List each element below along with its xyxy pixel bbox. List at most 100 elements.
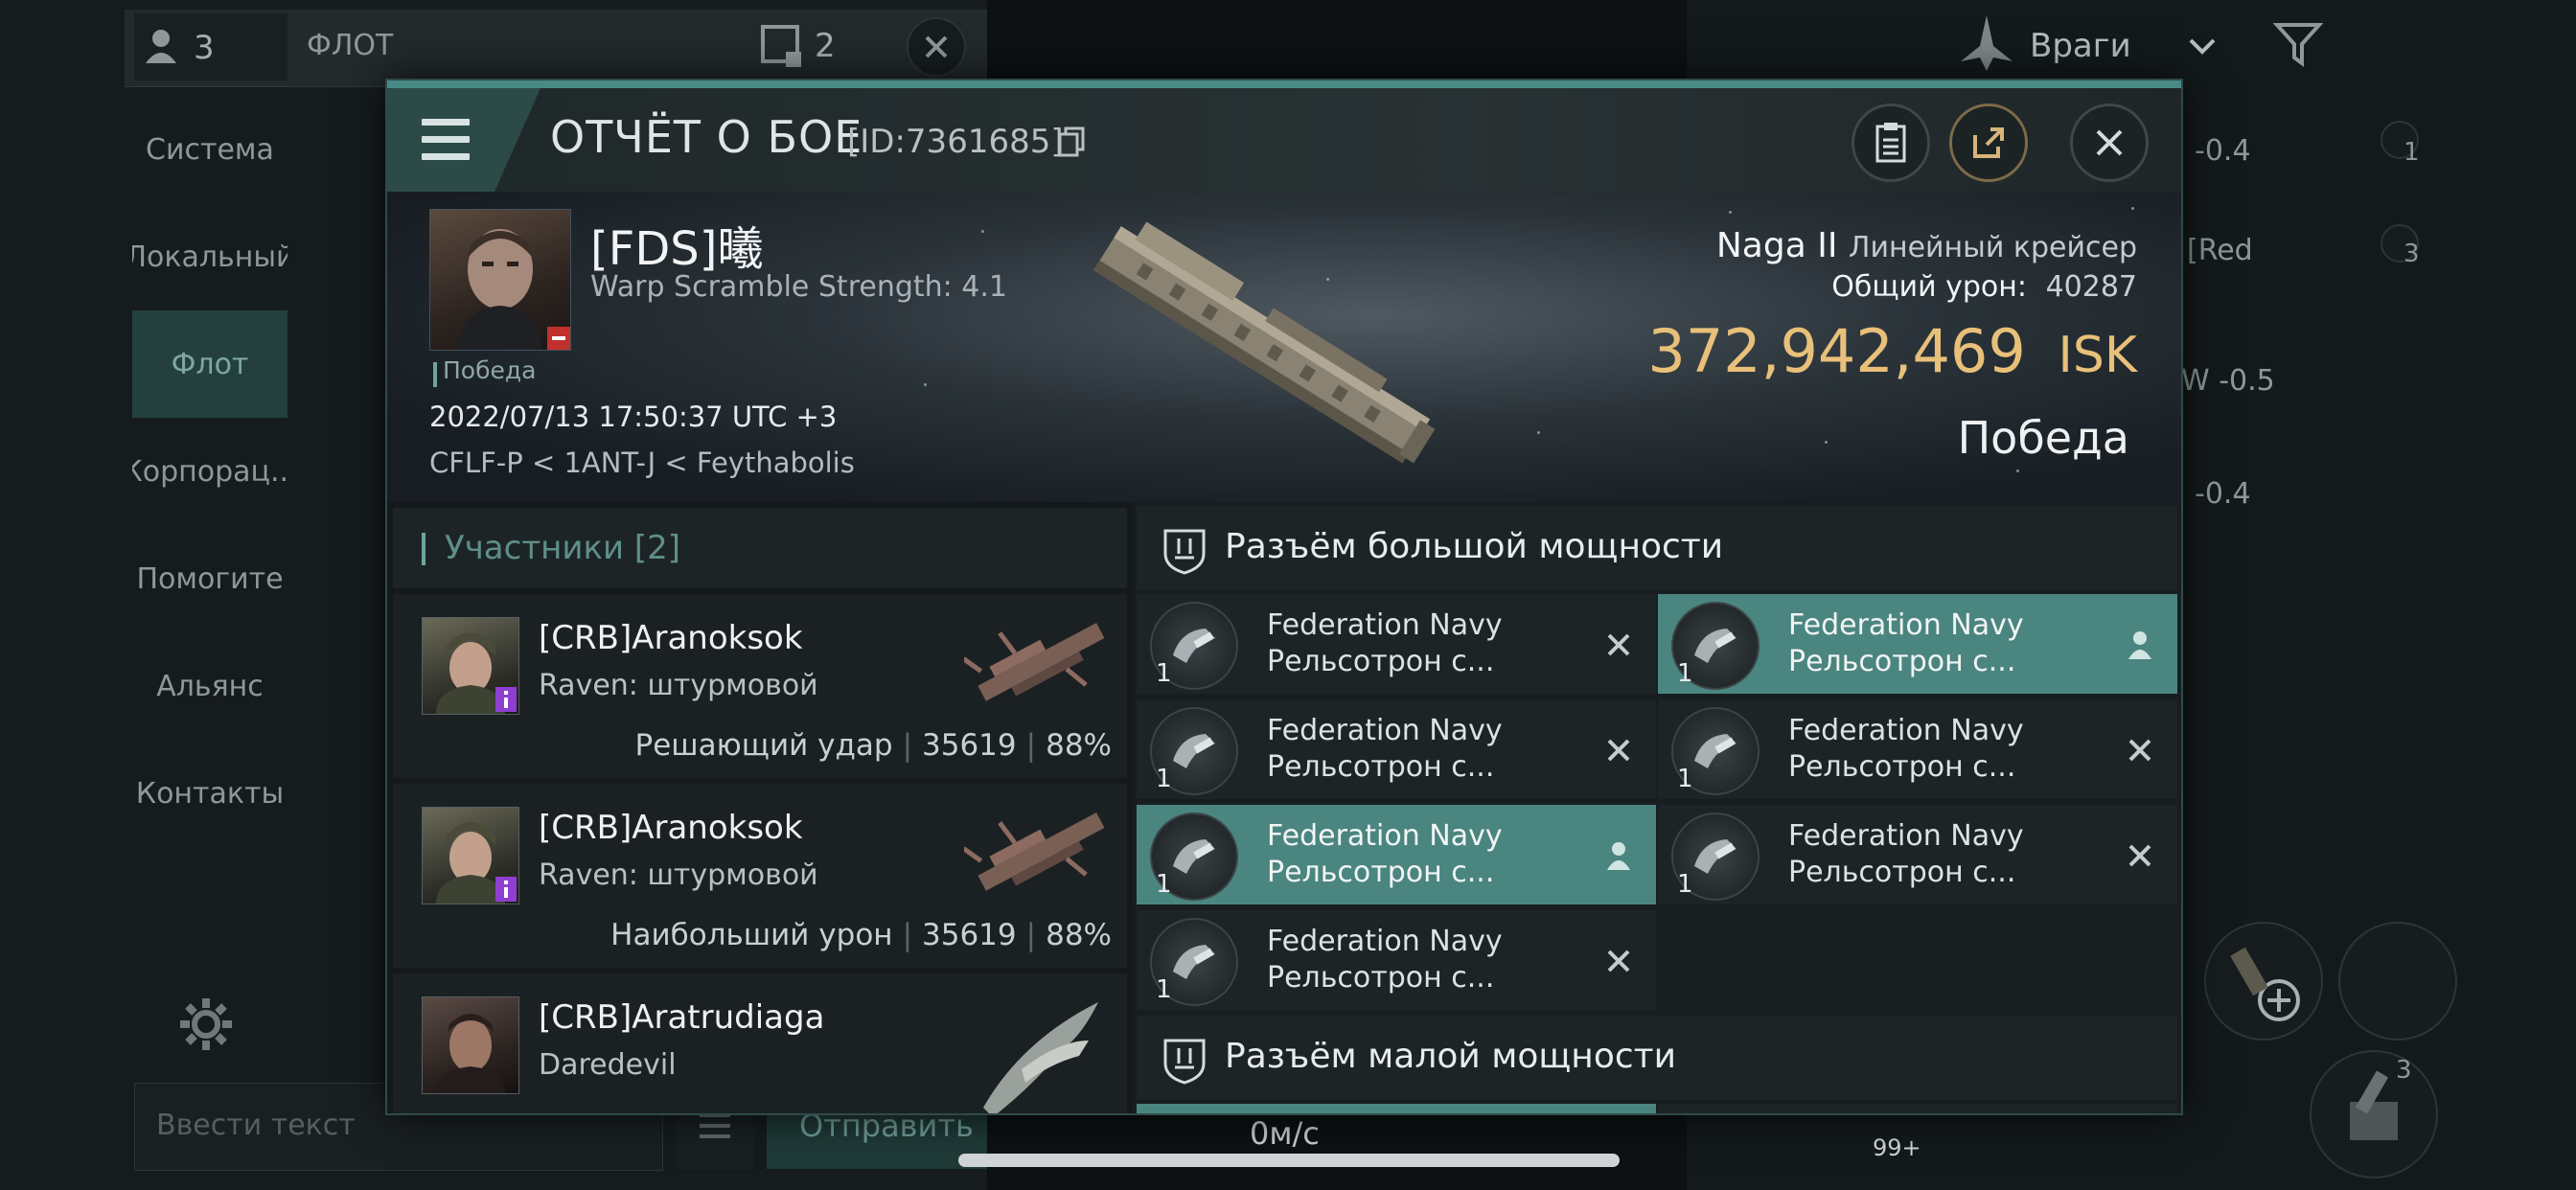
channel-local[interactable]: Локальный [132, 203, 288, 310]
high-slot-icon [1163, 529, 1206, 575]
speed-readout: 0м/с [1250, 1115, 1320, 1152]
high-slots-header: Разъём большой мощности [1137, 506, 2177, 590]
module-tile[interactable]: 1 Federation Navy Рельсотрон с... [1658, 594, 2177, 694]
participant-stats: Наибольший урон | 35619 | 88% [610, 918, 1112, 952]
close-button[interactable] [2070, 103, 2149, 182]
isk-value: 372,942,469 [1647, 316, 2026, 386]
victim-name: [FDS]曦 [590, 222, 764, 276]
kill-datetime: 2022/07/13 17:50:37 UTC +3 [429, 400, 838, 433]
module-tile[interactable]: 1 Federation Navy Рельсотрон с... [1658, 699, 2177, 799]
clipboard-button[interactable] [1852, 103, 1930, 182]
turret-icon [2350, 1070, 2398, 1140]
participant-name: [CRB]Aranoksok [539, 809, 803, 847]
module-name: Federation Navy Рельсотрон с... [1788, 608, 2024, 678]
report-header: ОТЧЁТ О БОЕ [ID:7361685] [387, 88, 2181, 192]
avatar [422, 996, 519, 1094]
participant-percent: 88% [1046, 728, 1112, 763]
home-indicator[interactable] [958, 1154, 1620, 1167]
channel-fleet[interactable]: Флот [132, 310, 288, 418]
report-title: ОТЧЁТ О БОЕ [550, 111, 863, 163]
module-tile[interactable]: 1 Federation Navy Рельсотрон с... [1137, 910, 1656, 1010]
window-icon[interactable] [759, 23, 807, 71]
chat-close-button[interactable] [907, 17, 966, 77]
person-icon [146, 30, 176, 63]
drone-count-2: 3 [2404, 240, 2420, 268]
ship-name[interactable]: Naga II [1716, 226, 1838, 265]
ship-icon [1961, 15, 2012, 71]
module-name: Federation Navy Рельсотрон с... [1267, 714, 1503, 784]
channel-corporation[interactable]: Корпорац... [132, 418, 288, 525]
module-tile[interactable]: 1 Federation Navy Рельсотрон с... [1658, 805, 2177, 904]
avatar [422, 617, 519, 715]
low-slots-header: Разъём малой мощности [1137, 1016, 2177, 1100]
participants-panel: Участники [2] [CRB]Aranoksok Raven: штур… [387, 502, 1133, 1113]
overview-filter-label[interactable]: Враги [2030, 27, 2131, 65]
participant-ship: Raven: штурмовой [539, 858, 818, 892]
ship-type-line: Naga II Линейный крейсер [1716, 226, 2137, 265]
channel-system[interactable]: Система [132, 96, 288, 203]
channel-help[interactable]: Помогите [132, 525, 288, 632]
participant-percent: 88% [1046, 918, 1112, 952]
module-quantity: 1 [1156, 870, 1172, 899]
kill-location: CFLF-P < 1ANT-J < Feythabolis [429, 446, 855, 479]
module-name: Federation Navy Рельсотрон с... [1267, 819, 1503, 889]
module-slot-1[interactable] [2204, 922, 2323, 1041]
participant-ship: Daredevil [539, 1048, 677, 1082]
copy-icon[interactable] [1058, 126, 1085, 157]
window-count: 2 [815, 27, 836, 65]
victim-result: Победа [443, 356, 537, 384]
module-tile-partial[interactable] [1658, 1104, 2177, 1113]
gear-icon[interactable] [176, 995, 236, 1054]
total-damage-value: 40287 [2045, 270, 2137, 304]
overview-value-1: -0.4 [2195, 134, 2251, 168]
share-icon [1973, 127, 2004, 158]
victim-banner: [FDS]曦 Warp Scramble Strength: 4.1 Побед… [387, 192, 2181, 502]
channel-contacts[interactable]: Контакты [132, 740, 288, 847]
ship-thumbnail [983, 1002, 1098, 1113]
x-icon [1602, 945, 1635, 977]
avatar [422, 807, 519, 904]
share-button[interactable] [1949, 103, 2028, 182]
ship-render [1093, 221, 1436, 464]
participant-name: [CRB]Aratrudiaga [539, 998, 825, 1037]
menu-button[interactable] [387, 88, 540, 192]
info-badge [495, 877, 517, 902]
chevron-down-icon[interactable] [2185, 33, 2220, 59]
participant-stats: Решающий удар | 35619 | 88% [634, 728, 1112, 763]
module-tile-partial[interactable] [1137, 1104, 1656, 1113]
filter-icon[interactable] [2273, 19, 2323, 69]
drone-count-1: 1 [2404, 138, 2420, 167]
participant-row[interactable]: [CRB]Aranoksok Raven: штурмовой Наибольш… [393, 784, 1127, 968]
module-name: Federation Navy Рельсотрон с... [1788, 819, 2024, 889]
overview-value-4: -0.4 [2195, 477, 2251, 511]
module-quantity: 1 [1156, 765, 1172, 793]
participant-damage: 35619 [922, 728, 1017, 763]
channel-alliance[interactable]: Альянс [132, 632, 288, 740]
info-icon [504, 691, 508, 708]
report-id: [ID:7361685] [847, 123, 1064, 161]
participant-row[interactable]: [CRB]Aranoksok Raven: штурмовой Решающий… [393, 594, 1127, 778]
module-tile[interactable]: 1 Federation Navy Рельсотрон с... [1137, 805, 1656, 904]
x-icon [1602, 734, 1635, 767]
module-name: Federation Navy Рельсотрон с... [1267, 925, 1503, 995]
participant-row[interactable]: [CRB]Aratrudiaga Daredevil [393, 973, 1127, 1113]
channel-list: Система Локальный Флот Корпорац... Помог… [132, 96, 288, 847]
module-name: Federation Navy Рельсотрон с... [1788, 714, 2024, 784]
module-tile[interactable]: 1 Federation Navy Рельсотрон с... [1137, 594, 1656, 694]
participant-name: [CRB]Aranoksok [539, 619, 803, 657]
fleet-count-box[interactable]: 3 [134, 13, 288, 80]
overview-value-2: [Red [2187, 234, 2253, 267]
participants-title: Участники [2] [445, 529, 681, 567]
victim-portrait[interactable] [429, 209, 571, 351]
ship-thumbnail [964, 623, 1105, 701]
chat-tab-label[interactable]: ФЛОТ [307, 29, 393, 62]
add-module-icon [2230, 947, 2300, 1021]
fleet-count: 3 [194, 29, 215, 67]
participant-ship: Raven: штурмовой [539, 669, 818, 702]
outcome-label: Победа [1957, 412, 2129, 464]
module-slot-3[interactable] [2310, 1050, 2438, 1179]
module-tile[interactable]: 1 Federation Navy Рельсотрон с... [1137, 699, 1656, 799]
ammo-count: 99+ [1873, 1134, 1921, 1161]
low-slot-icon [1163, 1039, 1206, 1085]
module-slot-2[interactable] [2338, 922, 2457, 1041]
